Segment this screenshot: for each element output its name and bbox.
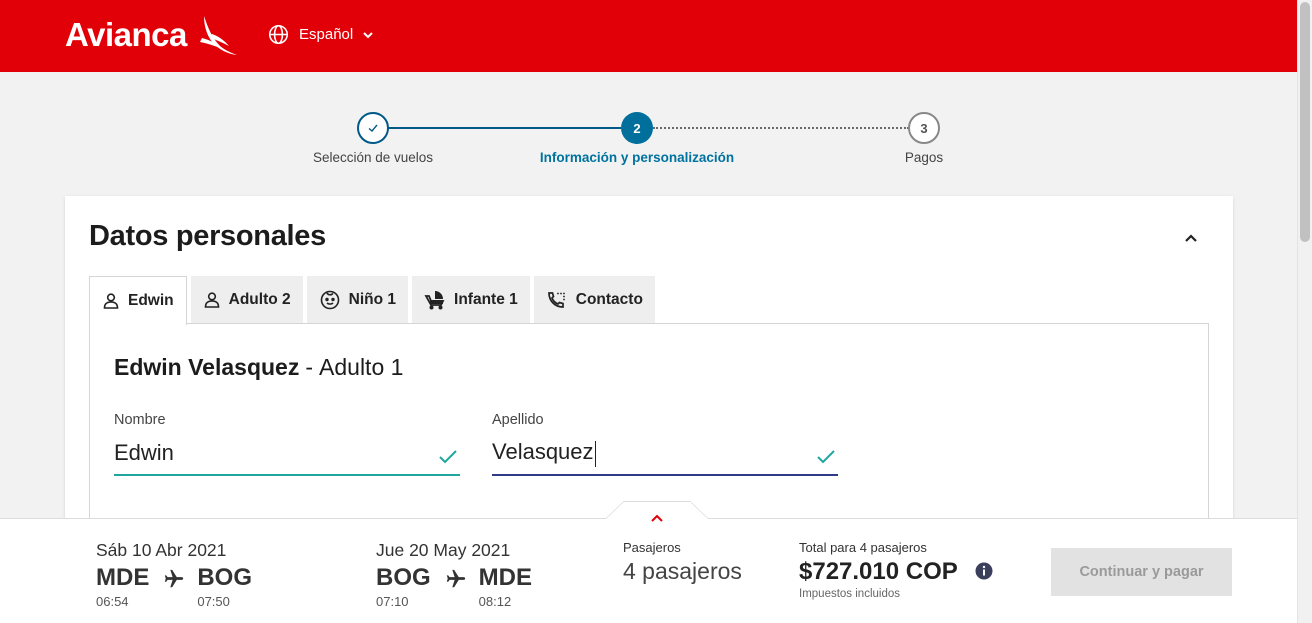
passengers-label: Pasajeros bbox=[623, 540, 681, 555]
last-name-field: Apellido Velasquez bbox=[492, 412, 838, 476]
section-title: Datos personales bbox=[89, 220, 326, 252]
passenger-heading: Edwin Velasquez - Adulto 1 bbox=[114, 354, 403, 381]
step-3-circle: 3 bbox=[908, 112, 940, 144]
total-price: Total para 4 pasajeros $727.010 COP Impu… bbox=[799, 540, 958, 600]
passenger-tabs: Edwin Adulto 2 Niño 1 Infante 1 Contacto bbox=[89, 276, 659, 325]
last-name-value: Velasquez bbox=[492, 439, 594, 465]
first-name-input[interactable]: Edwin bbox=[114, 436, 460, 476]
departure-time: 06:54 bbox=[96, 594, 129, 609]
language-label: Español bbox=[299, 26, 354, 43]
arrival-time: 07:50 bbox=[197, 594, 230, 609]
avianca-logo[interactable]: Avianca bbox=[65, 16, 187, 54]
tab-infante-1[interactable]: Infante 1 bbox=[412, 276, 530, 324]
chevron-up-icon[interactable] bbox=[1181, 230, 1201, 246]
tab-label: Edwin bbox=[128, 292, 174, 309]
destination: BOG 07:50 bbox=[197, 564, 253, 610]
origin-code: BOG bbox=[376, 564, 431, 591]
passengers-count: 4 pasajeros bbox=[623, 558, 742, 584]
step-2-circle: 2 bbox=[621, 112, 653, 144]
header-bar: Avianca Español bbox=[0, 0, 1297, 72]
stepper-line-pending bbox=[653, 127, 909, 129]
check-icon bbox=[439, 450, 457, 464]
origin: MDE 06:54 bbox=[96, 564, 150, 610]
total-label: Total para 4 pasajeros bbox=[799, 540, 927, 555]
first-name-value: Edwin bbox=[114, 440, 174, 465]
adult-icon bbox=[103, 293, 119, 309]
flight-date: Jue 20 May 2021 bbox=[376, 540, 511, 560]
phone-icon bbox=[547, 292, 565, 308]
outbound-flight: Sáb 10 Abr 2021 MDE 06:54 BOG 07:50 bbox=[96, 540, 252, 609]
departure-time: 07:10 bbox=[376, 594, 409, 609]
heading-separator: - bbox=[305, 354, 314, 380]
flight-route: BOG 07:10 MDE 08:12 bbox=[376, 564, 533, 610]
origin-code: MDE bbox=[96, 564, 150, 591]
passenger-type: Adulto 1 bbox=[319, 354, 404, 380]
tab-label: Infante 1 bbox=[454, 291, 518, 308]
scrollbar-thumb[interactable] bbox=[1300, 2, 1310, 242]
tab-contacto[interactable]: Contacto bbox=[533, 276, 655, 324]
check-icon bbox=[817, 450, 835, 464]
child-face-icon bbox=[320, 290, 339, 310]
adult-icon bbox=[204, 292, 219, 308]
last-name-input[interactable]: Velasquez bbox=[492, 436, 838, 476]
tab-label: Adulto 2 bbox=[228, 291, 291, 308]
chevron-up-icon[interactable] bbox=[650, 513, 664, 523]
chevron-down-icon bbox=[363, 31, 373, 38]
personal-data-card: Datos personales Edwin Adulto 2 Niño 1 I… bbox=[65, 196, 1233, 563]
taxes-note: Impuestos incluidos bbox=[799, 588, 900, 600]
stepper-line-completed bbox=[388, 127, 621, 129]
flight-date: Sáb 10 Abr 2021 bbox=[96, 540, 227, 560]
tab-label: Niño 1 bbox=[348, 291, 397, 308]
language-selector[interactable]: Español bbox=[268, 24, 375, 45]
tab-nino-1[interactable]: Niño 1 bbox=[306, 276, 409, 324]
first-name-field: Nombre Edwin bbox=[114, 412, 460, 476]
destination-code: MDE bbox=[478, 564, 533, 591]
page-scrollbar[interactable] bbox=[1297, 0, 1312, 623]
step-2-label: Información y personalización bbox=[539, 150, 735, 165]
step-1-circle bbox=[357, 112, 389, 144]
tab-label: Contacto bbox=[575, 291, 643, 308]
continue-and-pay-button[interactable]: Continuar y pagar bbox=[1051, 548, 1232, 596]
info-icon[interactable] bbox=[975, 562, 993, 580]
destination: MDE 08:12 bbox=[478, 564, 533, 610]
return-flight: Jue 20 May 2021 BOG 07:10 MDE 08:12 bbox=[376, 540, 532, 609]
total-amount: $727.010 COP bbox=[799, 558, 958, 585]
flight-route: MDE 06:54 BOG 07:50 bbox=[96, 564, 253, 610]
tab-edwin[interactable]: Edwin bbox=[89, 276, 187, 325]
origin: BOG 07:10 bbox=[376, 564, 431, 610]
step-1-label: Selección de vuelos bbox=[312, 150, 434, 165]
destination-code: BOG bbox=[197, 564, 253, 591]
check-icon bbox=[368, 124, 378, 132]
airplane-icon bbox=[165, 569, 184, 588]
last-name-label: Apellido bbox=[492, 412, 544, 428]
airplane-icon bbox=[446, 569, 465, 588]
step-3-label: Pagos bbox=[904, 150, 944, 165]
tab-adulto-2[interactable]: Adulto 2 bbox=[190, 276, 303, 324]
text-cursor bbox=[594, 440, 596, 467]
arrival-time: 08:12 bbox=[478, 594, 512, 609]
passengers-summary: Pasajeros 4 pasajeros bbox=[623, 540, 742, 585]
stroller-icon bbox=[424, 291, 445, 310]
logo-bird-icon bbox=[200, 16, 237, 55]
first-name-label: Nombre bbox=[114, 412, 166, 428]
passenger-name: Edwin Velasquez bbox=[114, 354, 300, 380]
globe-icon bbox=[268, 24, 289, 45]
